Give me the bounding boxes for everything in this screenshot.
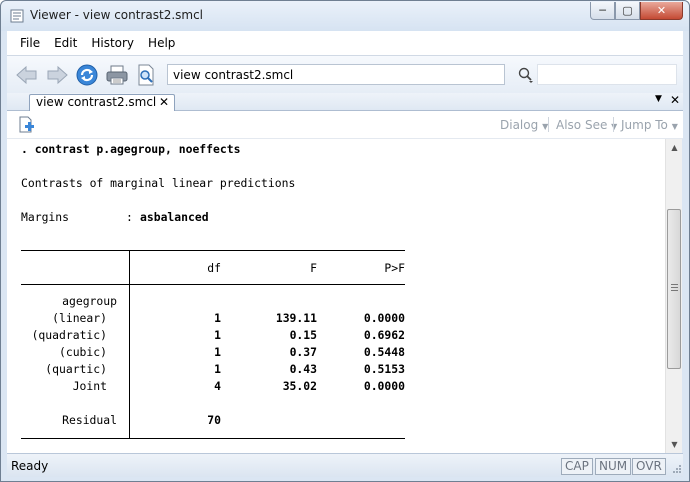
margins-label: Margins — [21, 210, 70, 224]
window-controls: ─ ▢ ✕ — [590, 2, 683, 21]
close-tab-icon[interactable]: ✕ — [670, 93, 680, 107]
row-df: 1 — [214, 362, 221, 376]
print-button[interactable] — [105, 63, 129, 87]
minimize-button[interactable]: ─ — [590, 2, 615, 20]
printer-icon — [106, 65, 128, 85]
overwrite-indicator: OVR — [632, 458, 666, 475]
row-label: (cubic) — [58, 345, 107, 359]
row-label: (quartic) — [45, 362, 107, 376]
row-label: Joint — [72, 379, 107, 393]
command-line: . contrast p.agegroup, noeffects — [21, 142, 241, 156]
viewer-window: Viewer - view contrast2.smcl ─ ▢ ✕ File … — [0, 0, 690, 482]
row-df: 1 — [214, 328, 221, 342]
row-f: 35.02 — [282, 379, 317, 393]
forward-button[interactable] — [45, 63, 69, 87]
refresh-button[interactable] — [75, 63, 99, 87]
column-header-f: F — [310, 261, 317, 275]
dialog-menu[interactable]: Dialog ▼ — [500, 118, 548, 132]
table-top-rule — [21, 250, 405, 251]
toolbar: view contrast2.smcl — [7, 55, 683, 93]
address-input[interactable]: view contrast2.smcl — [167, 64, 505, 85]
scrollbar-thumb[interactable] — [667, 209, 681, 369]
window-title: Viewer - view contrast2.smcl — [30, 8, 204, 22]
table-column-divider — [129, 250, 130, 438]
column-header-df: df — [207, 261, 221, 275]
row-f: 0.37 — [289, 345, 317, 359]
close-icon: ✕ — [656, 4, 667, 17]
row-p: 0.5153 — [363, 362, 405, 376]
output-heading: Contrasts of marginal linear predictions — [21, 176, 296, 190]
row-p: 0.6962 — [363, 328, 405, 342]
num-lock-indicator: NUM — [595, 458, 632, 475]
status-text: Ready — [11, 459, 49, 473]
row-df: 1 — [214, 345, 221, 359]
row-df: 1 — [214, 311, 221, 325]
row-label: (quadratic) — [31, 328, 107, 342]
back-button[interactable] — [15, 63, 39, 87]
jump-to-dropdown-icon: ▼ — [671, 122, 678, 131]
search-input[interactable] — [537, 64, 677, 85]
tab-view-contrast2[interactable]: view contrast2.smcl ✕ — [29, 94, 175, 111]
tab-list-dropdown-icon[interactable]: ▼ — [655, 94, 662, 104]
menu-edit[interactable]: Edit — [47, 36, 84, 50]
vertical-scrollbar[interactable]: ▲ ▼ — [665, 139, 682, 453]
menu-bar: File Edit History Help — [7, 31, 683, 55]
margins-value: asbalanced — [140, 210, 209, 224]
group-label: agegroup — [62, 294, 117, 308]
residual-label: Residual — [62, 413, 117, 427]
row-label: (linear) — [52, 311, 107, 325]
refresh-icon — [76, 64, 98, 86]
row-p: 0.5448 — [363, 345, 405, 359]
viewer-app-icon — [10, 9, 24, 23]
scroll-up-icon[interactable]: ▲ — [666, 139, 683, 156]
caps-lock-indicator: CAP — [561, 458, 593, 475]
table-header-rule — [21, 284, 405, 285]
new-viewer-tab-icon[interactable] — [17, 116, 35, 134]
tab-strip: view contrast2.smcl ✕ ▼ ✕ — [7, 93, 683, 111]
scroll-down-icon[interactable]: ▼ — [666, 436, 683, 453]
row-p: 0.0000 — [363, 379, 405, 393]
results-output: . contrast p.agegroup, noeffects Contras… — [7, 139, 665, 453]
tab-label: view contrast2.smcl — [36, 95, 157, 109]
search-icon[interactable] — [517, 66, 535, 84]
resize-grip-icon[interactable] — [671, 463, 682, 474]
jump-to-menu[interactable]: Jump To ▼ — [621, 118, 678, 132]
table-bottom-rule — [21, 438, 405, 439]
title-bar[interactable]: Viewer - view contrast2.smcl ─ ▢ ✕ — [1, 1, 689, 31]
row-f: 139.11 — [275, 311, 317, 325]
forward-arrow-icon — [47, 65, 68, 85]
close-button[interactable]: ✕ — [640, 2, 683, 20]
also-see-menu[interactable]: Also See ▼ — [556, 118, 617, 132]
restore-icon: ▢ — [622, 4, 633, 17]
row-f: 0.15 — [289, 328, 317, 342]
row-p: 0.0000 — [363, 311, 405, 325]
minimize-icon: ─ — [599, 4, 606, 17]
margins-separator: : — [126, 210, 133, 224]
menu-file[interactable]: File — [13, 36, 47, 50]
row-df: 4 — [214, 379, 221, 393]
residual-df: 70 — [207, 413, 221, 427]
viewer-toolbar: Dialog ▼ Also See ▼ Jump To ▼ — [7, 111, 683, 139]
find-document-button[interactable] — [135, 63, 159, 87]
document-search-icon — [138, 64, 154, 86]
maximize-button[interactable]: ▢ — [615, 2, 640, 20]
row-f: 0.43 — [289, 362, 317, 376]
tab-close-icon[interactable]: ✕ — [159, 95, 169, 110]
menu-history[interactable]: History — [84, 36, 141, 50]
menu-help[interactable]: Help — [141, 36, 182, 50]
column-header-p: P>F — [384, 261, 405, 275]
back-arrow-icon — [16, 65, 37, 85]
status-bar: Ready CAP NUM OVR — [7, 453, 683, 477]
